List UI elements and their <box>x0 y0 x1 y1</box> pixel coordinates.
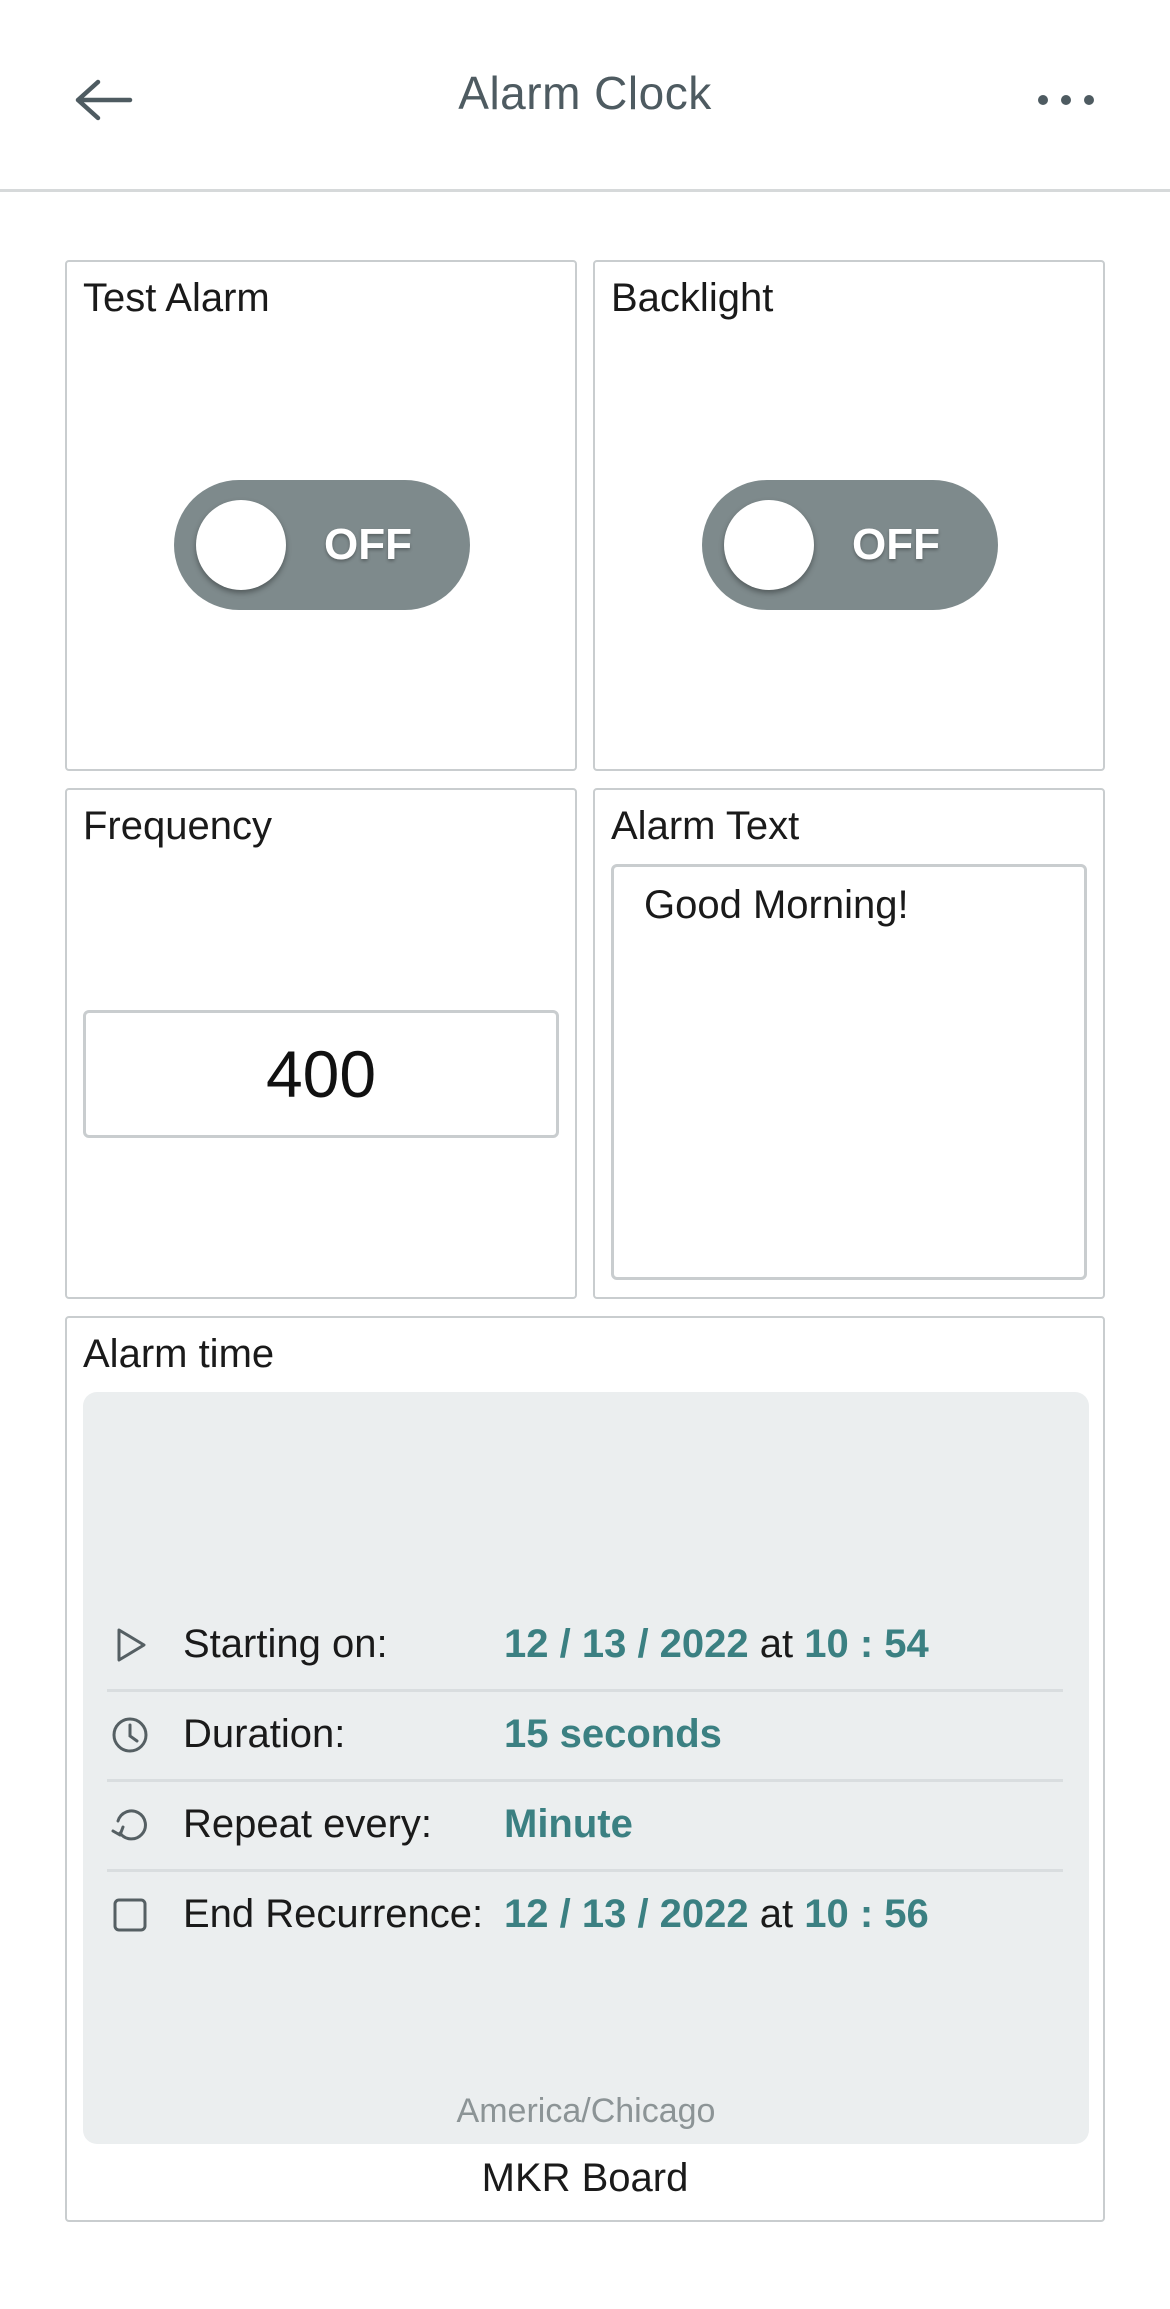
repeat-label: Repeat every: <box>183 1802 433 1846</box>
frequency-title: Frequency <box>83 804 272 848</box>
clock-icon <box>107 1712 153 1758</box>
toggle-knob <box>196 500 286 590</box>
repeat-value[interactable]: Minute <box>504 1802 633 1847</box>
at-text: at <box>759 1622 794 1666</box>
toggle-state-label: OFF <box>852 520 940 569</box>
alarm-text-widget: Alarm Text Good Morning! <box>593 788 1105 1299</box>
test-alarm-widget: Test Alarm OFF <box>65 260 577 771</box>
backlight-widget: Backlight OFF <box>593 260 1105 771</box>
end-recurrence-label: End Recurrence: <box>183 1892 484 1936</box>
starting-on-label: Starting on: <box>183 1622 388 1666</box>
toggle-state-label: OFF <box>324 520 412 569</box>
timezone-label: America/Chicago <box>456 2092 716 2130</box>
more-options-button[interactable] <box>1028 62 1104 138</box>
top-bar: Alarm Clock <box>0 0 1170 192</box>
starting-on-date[interactable]: 12 / 13 / 2022 <box>504 1622 749 1666</box>
duration-row[interactable]: Duration: 15 seconds <box>107 1692 1063 1782</box>
alarm-text-input[interactable]: Good Morning! <box>611 864 1087 1280</box>
starting-on-row[interactable]: Starting on: 12 / 13 / 2022 at 10 : 54 <box>107 1602 1063 1692</box>
repeat-icon <box>107 1802 153 1848</box>
alarm-text-title: Alarm Text <box>611 804 800 848</box>
duration-value[interactable]: 15 seconds <box>504 1712 722 1757</box>
frequency-input[interactable]: 400 <box>83 1010 559 1138</box>
at-text: at <box>759 1892 794 1936</box>
page-title: Alarm Clock <box>458 67 712 119</box>
end-recurrence-value[interactable]: 12 / 13 / 2022 at 10 : 56 <box>504 1892 929 1937</box>
end-recurrence-date[interactable]: 12 / 13 / 2022 <box>504 1892 749 1936</box>
end-recurrence-row[interactable]: End Recurrence: 12 / 13 / 2022 at 10 : 5… <box>107 1872 1063 1962</box>
toggle-knob <box>724 500 814 590</box>
test-alarm-title: Test Alarm <box>83 276 270 320</box>
schedule-panel: Starting on: 12 / 13 / 2022 at 10 : 54 D… <box>83 1392 1089 2144</box>
more-horizontal-icon <box>1038 95 1094 105</box>
alarm-time-title: Alarm time <box>83 1332 275 1376</box>
test-alarm-toggle[interactable]: OFF <box>174 480 470 610</box>
device-name: MKR Board <box>481 2156 689 2200</box>
checkbox-icon[interactable] <box>107 1892 153 1938</box>
starting-on-time[interactable]: 10 : 54 <box>804 1622 929 1666</box>
duration-label: Duration: <box>183 1712 346 1756</box>
backlight-title: Backlight <box>611 276 774 320</box>
repeat-row[interactable]: Repeat every: Minute <box>107 1782 1063 1872</box>
end-recurrence-time[interactable]: 10 : 56 <box>804 1892 929 1936</box>
play-icon <box>107 1622 153 1668</box>
backlight-toggle[interactable]: OFF <box>702 480 998 610</box>
starting-on-value[interactable]: 12 / 13 / 2022 at 10 : 54 <box>504 1622 929 1667</box>
frequency-widget: Frequency 400 <box>65 788 577 1299</box>
alarm-time-widget: Alarm time Starting on: 12 / 13 / 2022 a… <box>65 1316 1105 2222</box>
